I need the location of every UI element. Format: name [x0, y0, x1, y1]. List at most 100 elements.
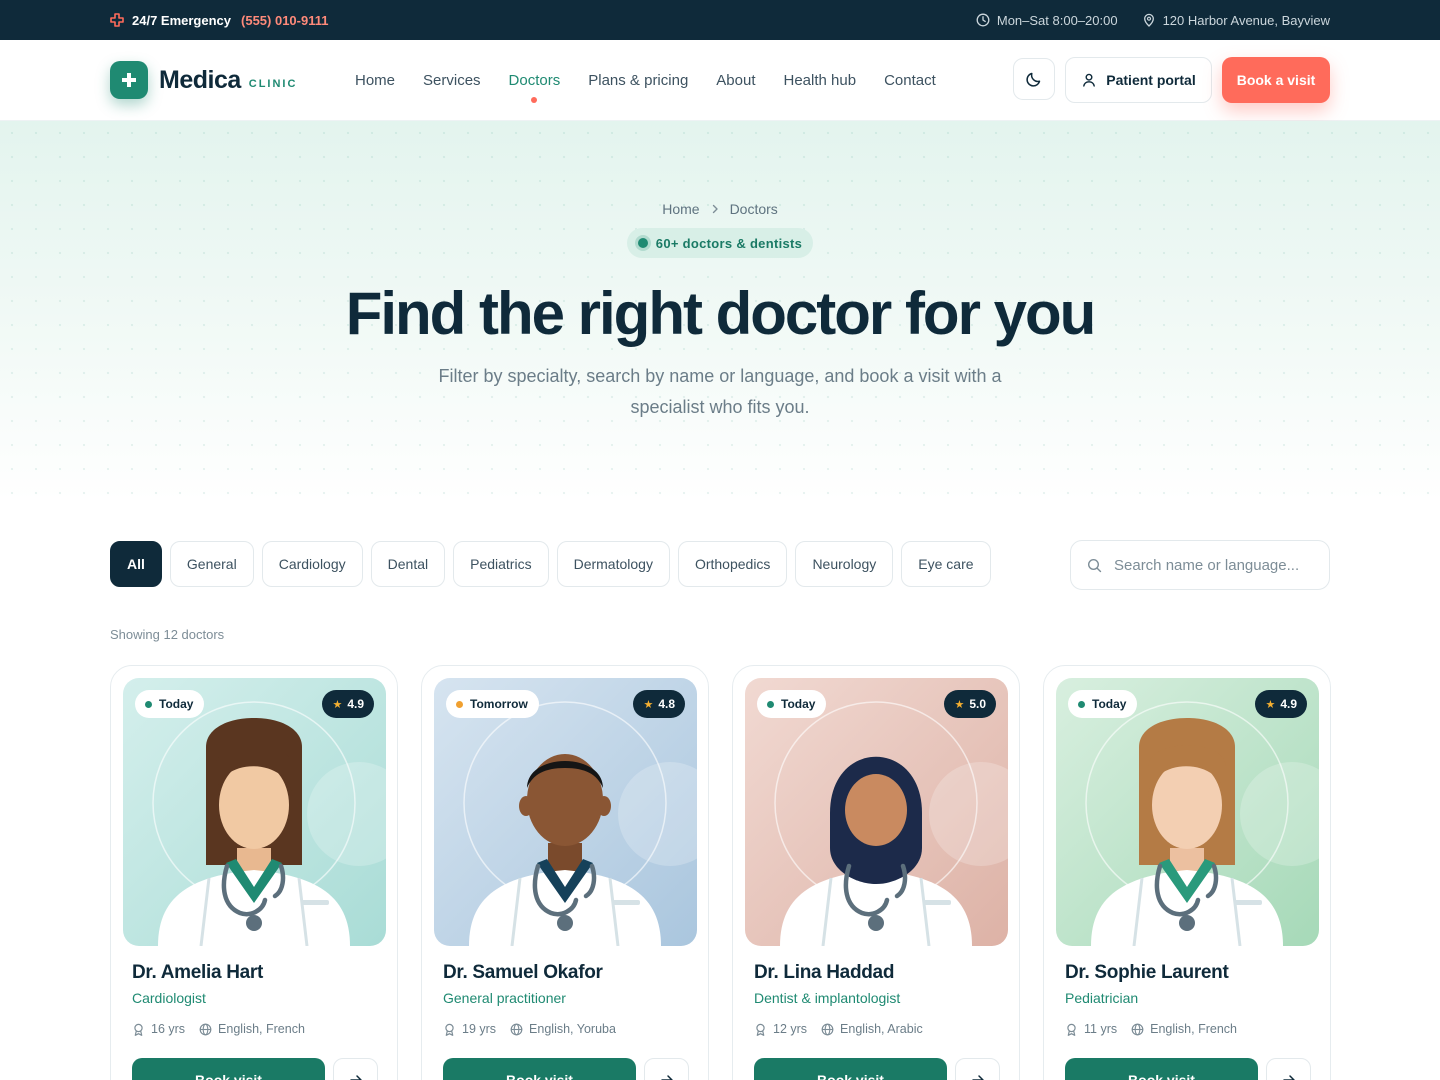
- nav-health-hub[interactable]: Health hub: [770, 72, 871, 89]
- book-visit-button[interactable]: Book visit: [132, 1058, 325, 1080]
- main-nav: Home Services Doctors Plans & pricing Ab…: [341, 40, 950, 120]
- filter-neurology[interactable]: Neurology: [795, 541, 894, 587]
- clock-icon: [976, 13, 990, 27]
- filter-eye-care[interactable]: Eye care: [901, 541, 991, 587]
- filter-all[interactable]: All: [110, 541, 162, 587]
- availability-dot: [1078, 700, 1085, 708]
- doctor-meta: 19 yrs English, Yoruba: [443, 1022, 630, 1036]
- view-profile-button[interactable]: [333, 1058, 378, 1080]
- doctor-card[interactable]: Today ★ 4.9 Dr. Sophie Laurent Pediatric…: [1043, 665, 1331, 1080]
- results-count: Showing 12 doctors: [110, 627, 225, 642]
- doctor-portrait: Tomorrow ★ 4.8: [434, 678, 697, 946]
- doctor-name: Dr. Lina Haddad: [754, 962, 895, 983]
- arrow-right-icon: [971, 1075, 984, 1080]
- site-header: Medica CLINIC Home Services Doctors Plan…: [0, 40, 1440, 121]
- brand-tag: CLINIC: [248, 78, 298, 90]
- chevron-right-icon: [712, 204, 718, 214]
- doctor-name: Dr. Samuel Okafor: [443, 962, 603, 983]
- globe-icon: [1131, 1023, 1144, 1035]
- doctor-portrait: Today ★ 4.9: [1056, 678, 1319, 946]
- logo[interactable]: Medica CLINIC: [110, 61, 297, 99]
- award-icon: [445, 1023, 454, 1036]
- availability-badge: Today: [135, 690, 205, 718]
- star-icon: ★: [1265, 698, 1276, 711]
- clinic-address: 120 Harbor Avenue, Bayview: [1142, 13, 1330, 28]
- nav-about[interactable]: About: [702, 72, 769, 89]
- experience: 19 yrs: [462, 1022, 497, 1036]
- filter-dental[interactable]: Dental: [370, 541, 446, 587]
- theme-toggle-button[interactable]: [1013, 58, 1055, 100]
- emergency-phone-link[interactable]: (555) 010-9111: [241, 13, 328, 28]
- award-icon: [756, 1023, 765, 1036]
- doctor-specialty: Cardiologist: [132, 990, 206, 1006]
- star-icon: ★: [643, 698, 654, 711]
- experience: 11 yrs: [1084, 1022, 1118, 1036]
- globe-icon: [510, 1023, 523, 1035]
- nav-services[interactable]: Services: [409, 72, 495, 89]
- breadcrumb-home[interactable]: Home: [662, 201, 699, 217]
- view-profile-button[interactable]: [1266, 1058, 1311, 1080]
- doctor-portrait: Today ★ 4.9: [123, 678, 386, 946]
- view-profile-button[interactable]: [644, 1058, 689, 1080]
- hero-section: Home Doctors 60+ doctors & dentists Find…: [0, 121, 1440, 501]
- rating-value: 4.8: [658, 697, 675, 711]
- doctor-name: Dr. Sophie Laurent: [1065, 962, 1229, 983]
- address-text: 120 Harbor Avenue, Bayview: [1162, 12, 1330, 28]
- badge-dot: [637, 238, 648, 248]
- rating-badge: ★ 5.0: [944, 690, 996, 718]
- search-icon: [1087, 558, 1102, 572]
- experience: 16 yrs: [151, 1022, 186, 1036]
- doctor-specialty: Dentist & implantologist: [754, 990, 901, 1006]
- book-visit-button[interactable]: Book a visit: [1222, 57, 1330, 103]
- page-subtitle: Filter by specialty, search by name or l…: [438, 366, 1002, 417]
- nav-plans-pricing[interactable]: Plans & pricing: [574, 72, 702, 89]
- book-visit-button[interactable]: Book visit: [1065, 1058, 1258, 1080]
- availability-dot: [767, 700, 774, 708]
- nav-doctors-label: Doctors: [508, 71, 561, 89]
- doctor-grid: Today ★ 4.9 Dr. Amelia Hart Cardiologist…: [110, 665, 1331, 1080]
- nav-doctors[interactable]: Doctors: [495, 71, 575, 103]
- availability-text: Today: [1092, 697, 1127, 711]
- doctor-meta: 11 yrs English, French: [1065, 1022, 1251, 1036]
- star-icon: ★: [954, 698, 965, 711]
- filter-dermatology[interactable]: Dermatology: [556, 541, 670, 587]
- doctor-card[interactable]: Tomorrow ★ 4.8 Dr. Samuel Okafor General…: [421, 665, 709, 1080]
- languages: English, French: [1150, 1022, 1237, 1036]
- view-profile-button[interactable]: [955, 1058, 1000, 1080]
- book-visit-button[interactable]: Book visit: [754, 1058, 947, 1080]
- doctor-card[interactable]: Today ★ 5.0 Dr. Lina Haddad Dentist & im…: [732, 665, 1020, 1080]
- page-title: Find the right doctor for you: [345, 280, 1097, 347]
- patient-portal-button[interactable]: Patient portal: [1065, 57, 1212, 103]
- nav-home[interactable]: Home: [341, 72, 409, 89]
- availability-text: Today: [159, 697, 194, 711]
- languages: English, Arabic: [840, 1022, 923, 1036]
- availability-dot: [145, 700, 152, 708]
- breadcrumb-current: Doctors: [729, 201, 778, 217]
- search-input[interactable]: [1114, 556, 1314, 574]
- doctor-specialty: General practitioner: [443, 990, 566, 1006]
- doctor-count-badge: 60+ doctors & dentists: [627, 228, 813, 258]
- emergency-info: 24/7 Emergency (555) 010-9111: [110, 0, 328, 40]
- book-visit-button[interactable]: Book visit: [443, 1058, 636, 1080]
- doctor-portrait: Today ★ 5.0: [745, 678, 1008, 946]
- specialty-filters: All General Cardiology Dental Pediatrics…: [110, 541, 991, 587]
- rating-badge: ★ 4.9: [322, 690, 374, 718]
- rating-badge: ★ 4.8: [633, 690, 685, 718]
- nav-contact[interactable]: Contact: [870, 72, 950, 89]
- experience: 12 yrs: [773, 1022, 808, 1036]
- languages: English, Yoruba: [529, 1022, 616, 1036]
- doctor-card[interactable]: Today ★ 4.9 Dr. Amelia Hart Cardiologist…: [110, 665, 398, 1080]
- doctor-specialty: Pediatrician: [1065, 990, 1139, 1006]
- opening-hours: Mon–Sat 8:00–20:00: [976, 13, 1118, 28]
- patient-portal-label: Patient portal: [1106, 72, 1196, 88]
- filter-orthopedics[interactable]: Orthopedics: [677, 541, 788, 587]
- brand-name: Medica: [159, 65, 241, 94]
- award-icon: [1067, 1023, 1076, 1036]
- filter-cardiology[interactable]: Cardiology: [261, 541, 363, 587]
- doctor-name: Dr. Amelia Hart: [132, 962, 264, 983]
- filter-pediatrics[interactable]: Pediatrics: [453, 541, 549, 587]
- filter-general[interactable]: General: [169, 541, 254, 587]
- availability-dot: [456, 700, 463, 708]
- star-icon: ★: [332, 698, 343, 711]
- rating-badge: ★ 4.9: [1255, 690, 1307, 718]
